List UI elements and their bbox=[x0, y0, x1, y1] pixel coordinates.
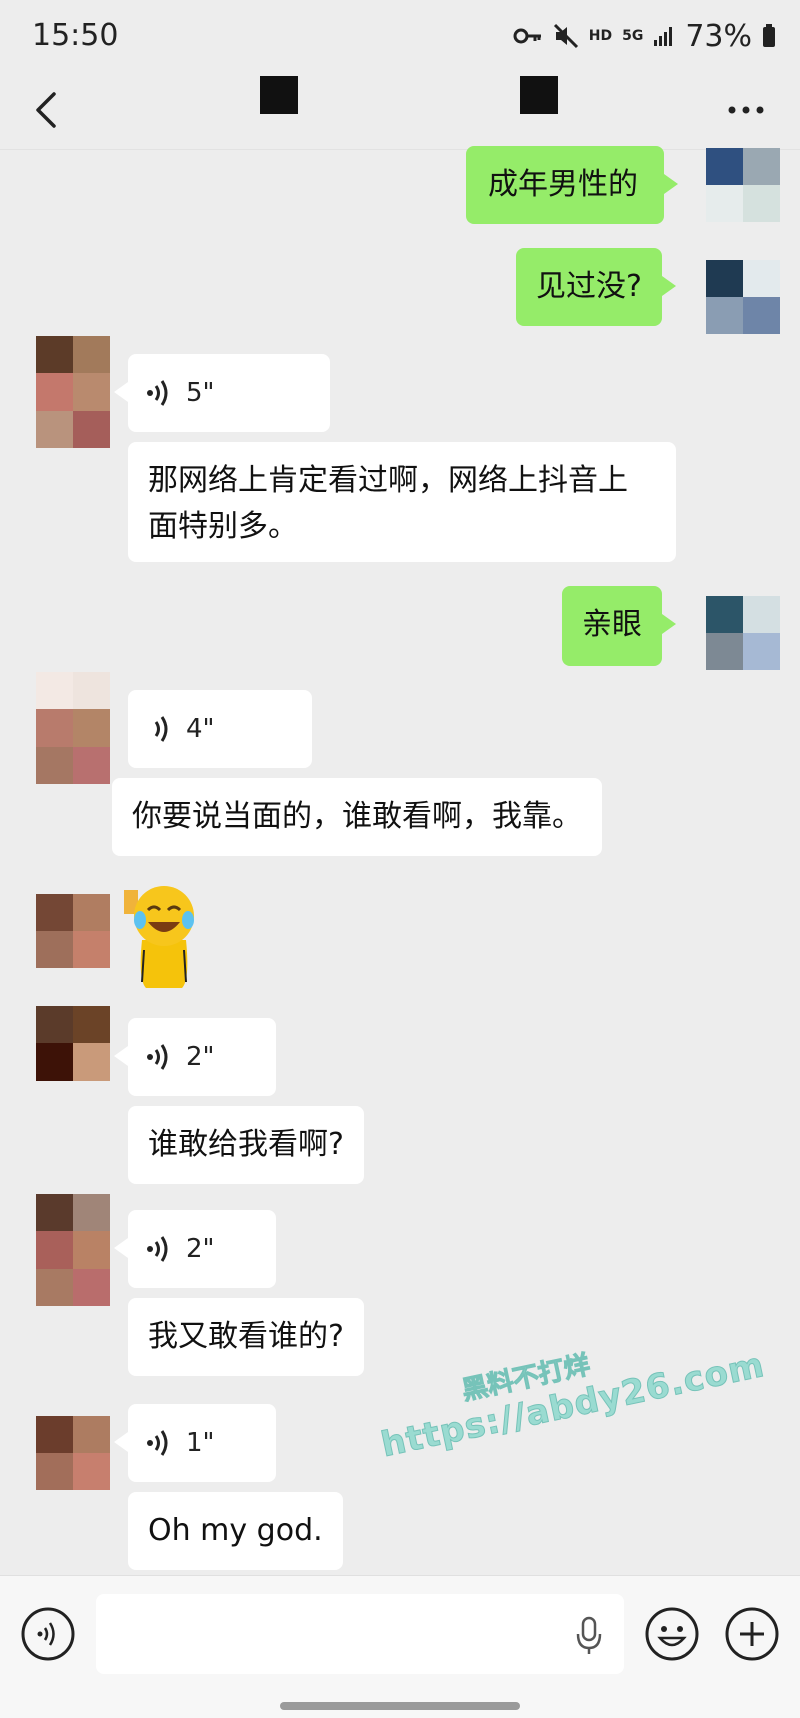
home-indicator[interactable] bbox=[280, 1702, 520, 1710]
status-icons: HD 5G 73% bbox=[513, 18, 776, 54]
sent-message-bubble[interactable]: 亲眼 bbox=[562, 586, 676, 666]
chat-message-list[interactable]: 成年男性的 见过没? 5" 那网络上肯定看过啊，网络上抖音上 面特别多。 亲眼 … bbox=[0, 146, 800, 1575]
voice-message[interactable]: 2" bbox=[114, 1210, 276, 1288]
voice-message[interactable]: 1" bbox=[114, 1404, 276, 1482]
contact-avatar[interactable] bbox=[36, 1416, 110, 1490]
back-arrow-icon[interactable] bbox=[28, 88, 68, 132]
voice-message[interactable]: 2" bbox=[114, 1018, 276, 1096]
voice-duration: 4" bbox=[186, 714, 215, 744]
sent-message-bubble[interactable]: 成年男性的 bbox=[466, 146, 678, 224]
voice-wave-icon bbox=[147, 380, 168, 406]
sent-message-bubble[interactable]: 见过没? bbox=[516, 248, 676, 326]
voice-duration: 2" bbox=[186, 1042, 215, 1072]
status-bar: 15:50 HD 5G 73% bbox=[0, 0, 800, 72]
voice-wave-icon bbox=[147, 1430, 168, 1456]
voice-message[interactable]: 5" bbox=[114, 354, 330, 432]
laughing-tears-sticker[interactable] bbox=[124, 880, 204, 990]
voice-wave-icon bbox=[154, 716, 168, 742]
more-options-icon[interactable] bbox=[726, 100, 766, 120]
contact-avatar[interactable] bbox=[36, 336, 110, 448]
mic-icon[interactable] bbox=[574, 1616, 604, 1656]
contact-avatar[interactable] bbox=[36, 672, 110, 784]
contact-avatar[interactable] bbox=[36, 1194, 110, 1306]
voice-toggle-icon[interactable] bbox=[20, 1606, 76, 1662]
5g-indicator: 5G bbox=[622, 28, 644, 44]
contact-avatar[interactable] bbox=[36, 1006, 110, 1118]
received-message-bubble[interactable]: 谁敢给我看啊? bbox=[128, 1106, 364, 1184]
mute-icon bbox=[553, 23, 578, 49]
my-avatar[interactable] bbox=[706, 260, 780, 334]
voice-wave-icon bbox=[147, 1236, 168, 1262]
battery-percent: 73% bbox=[685, 18, 752, 54]
redacted-title-block bbox=[260, 76, 298, 114]
chat-header bbox=[0, 72, 800, 150]
voice-duration: 5" bbox=[186, 378, 215, 408]
received-message-bubble[interactable]: Oh my god. bbox=[128, 1492, 343, 1570]
received-message-bubble[interactable]: 我又敢看谁的? bbox=[128, 1298, 364, 1376]
input-bar bbox=[0, 1575, 800, 1718]
status-time: 15:50 bbox=[32, 18, 119, 53]
voice-duration: 2" bbox=[186, 1234, 215, 1264]
voice-message[interactable]: 4" bbox=[128, 690, 312, 768]
battery-icon bbox=[763, 24, 775, 47]
voice-duration: 1" bbox=[186, 1428, 215, 1458]
voice-wave-icon bbox=[147, 1044, 168, 1070]
vpn-key-icon bbox=[513, 28, 541, 44]
watermark: 黑料不打烊 https://abdy26.com bbox=[370, 1309, 768, 1465]
plus-icon[interactable] bbox=[724, 1606, 780, 1662]
signal-icon bbox=[654, 27, 673, 46]
redacted-title-block bbox=[520, 76, 558, 114]
my-avatar[interactable] bbox=[706, 596, 780, 670]
message-input[interactable] bbox=[96, 1594, 624, 1674]
my-avatar[interactable] bbox=[706, 148, 780, 222]
emoji-icon[interactable] bbox=[644, 1606, 700, 1662]
received-message-bubble[interactable]: 你要说当面的，谁敢看啊，我靠。 bbox=[112, 778, 602, 856]
contact-avatar[interactable] bbox=[36, 894, 110, 968]
hd-indicator: HD bbox=[588, 28, 613, 44]
received-message-bubble[interactable]: 那网络上肯定看过啊，网络上抖音上 面特别多。 bbox=[128, 442, 676, 562]
